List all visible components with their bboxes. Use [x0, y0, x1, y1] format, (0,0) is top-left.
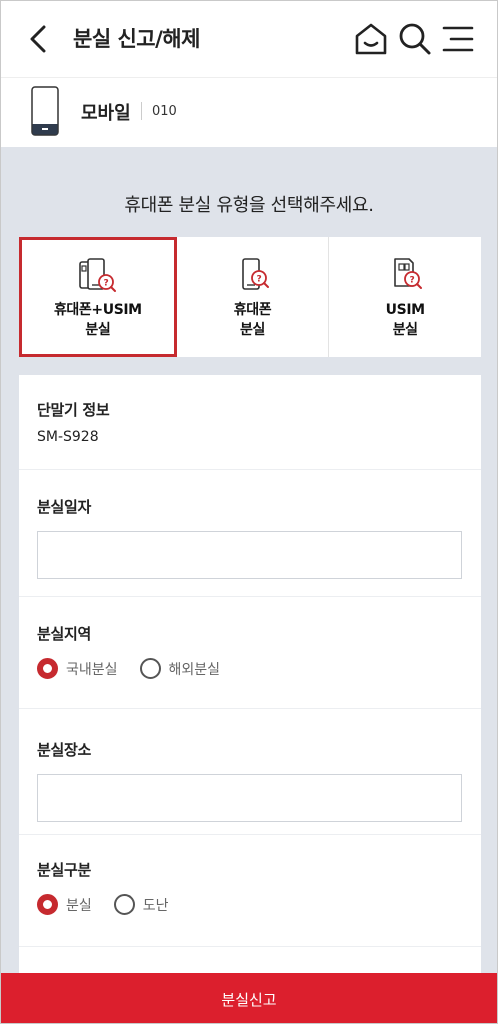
- radio-stolen[interactable]: 도난: [113, 894, 169, 915]
- search-icon: [399, 23, 431, 55]
- divider: [141, 102, 142, 120]
- loss-type-label: USIM 분실: [386, 300, 425, 340]
- radio-circle: [139, 658, 161, 679]
- smartphone-icon: [31, 86, 59, 136]
- radio-overseas[interactable]: 해외분실: [139, 658, 221, 679]
- svg-text:?: ?: [103, 279, 108, 289]
- loss-type-selector: ? 휴대폰+USIM 분실 ? 휴대폰 분실 ? USIM 분실: [19, 237, 481, 357]
- device-info-label: 단말기 정보: [37, 401, 110, 419]
- radio-label: 해외분실: [168, 661, 221, 678]
- device-number: 010: [152, 104, 177, 119]
- loss-type-line1: 휴대폰+USIM: [53, 302, 142, 318]
- region-radio-group: 국내분실 해외분실: [37, 658, 463, 679]
- loss-type-phone[interactable]: ? 휴대폰 분실: [177, 237, 330, 357]
- back-button[interactable]: [23, 21, 53, 57]
- radio-circle: [113, 894, 135, 915]
- loss-type-label: 휴대폰 분실: [233, 300, 272, 340]
- loss-type-label: 휴대폰+USIM 분실: [54, 300, 142, 340]
- loss-type-line1: 휴대폰: [233, 302, 272, 318]
- loss-place-input[interactable]: [37, 774, 462, 822]
- home-button[interactable]: [351, 19, 391, 59]
- loss-type-prompt: 휴대폰 분실 유형을 선택해주세요.: [124, 195, 374, 216]
- loss-place-section: 분실장소: [19, 709, 481, 835]
- top-header: 분실 신고/해제: [1, 1, 497, 77]
- loss-category-section: 분실구분 분실 도난: [19, 835, 481, 947]
- loss-type-line1: USIM: [385, 302, 425, 318]
- device-model-value: SM-S928: [37, 429, 99, 445]
- page-title: 분실 신고/해제: [73, 27, 200, 51]
- loss-type-line2: 분실: [392, 322, 418, 338]
- loss-type-usim[interactable]: ? USIM 분실: [329, 237, 481, 357]
- radio-label: 국내분실: [66, 661, 118, 678]
- radio-label: 분실: [66, 897, 92, 914]
- device-info-section: 단말기 정보 SM-S928: [19, 375, 481, 470]
- chevron-left-icon: [30, 25, 46, 53]
- loss-place-label: 분실장소: [37, 741, 92, 759]
- loss-type-phone-usim[interactable]: ? 휴대폰+USIM 분실: [19, 237, 177, 357]
- device-bar: 모바일 010: [1, 77, 497, 147]
- phone-usim-search-icon: ?: [79, 258, 116, 292]
- phone-search-icon: ?: [241, 258, 269, 290]
- loss-type-line2: 분실: [85, 322, 111, 338]
- radio-domestic[interactable]: 국내분실: [37, 658, 118, 679]
- loss-date-input[interactable]: [37, 531, 462, 579]
- home-icon: [355, 23, 387, 55]
- app-frame: 분실 신고/해제 모바일 010 휴대폰 분실 유형을 선택해주세요. ? 휴대…: [0, 0, 498, 1024]
- loss-date-label: 분실일자: [37, 498, 92, 516]
- radio-circle: [37, 658, 58, 679]
- loss-report-form: 단말기 정보 SM-S928 분실일자 분실지역 국내분실 해외분실 분실장소: [19, 375, 481, 1023]
- loss-region-label: 분실지역: [37, 625, 92, 643]
- radio-circle: [37, 894, 58, 915]
- radio-label: 도난: [142, 897, 169, 914]
- usim-search-icon: ?: [394, 258, 423, 289]
- loss-date-section: 분실일자: [19, 470, 481, 597]
- loss-category-label: 분실구분: [37, 861, 92, 879]
- search-button[interactable]: [395, 19, 435, 59]
- svg-text:?: ?: [410, 276, 415, 286]
- radio-lost[interactable]: 분실: [37, 894, 92, 915]
- submit-loss-report-button[interactable]: 분실신고: [1, 973, 497, 1023]
- loss-region-section: 분실지역 국내분실 해외분실: [19, 597, 481, 709]
- svg-text:?: ?: [256, 275, 261, 285]
- device-name: 모바일: [81, 103, 131, 124]
- menu-button[interactable]: [438, 19, 478, 59]
- category-radio-group: 분실 도난: [37, 894, 463, 915]
- menu-icon: [442, 26, 474, 52]
- loss-type-line2: 분실: [240, 322, 265, 338]
